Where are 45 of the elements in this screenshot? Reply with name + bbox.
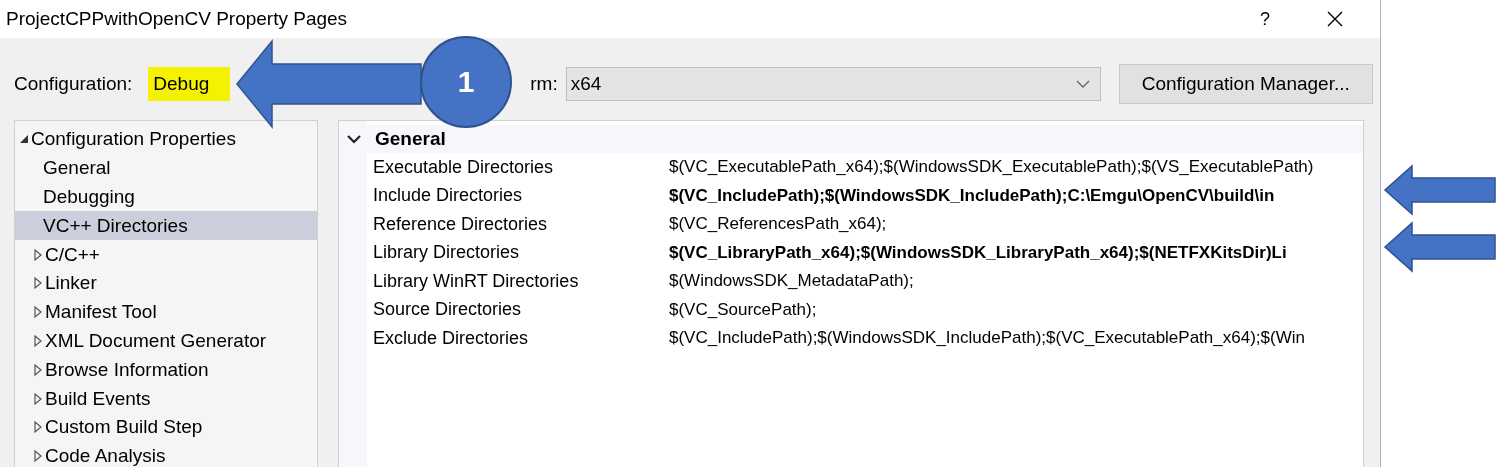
property-name[interactable]: Executable Directories bbox=[367, 156, 669, 178]
close-icon bbox=[1327, 11, 1343, 27]
expand-triangle-icon[interactable] bbox=[33, 305, 43, 320]
tree-item[interactable]: Configuration Properties bbox=[15, 125, 317, 154]
configuration-manager-button[interactable]: Configuration Manager... bbox=[1118, 64, 1373, 104]
property-name[interactable]: Source Directories bbox=[367, 299, 669, 321]
property-name[interactable]: Include Directories bbox=[367, 185, 669, 207]
tree-item[interactable]: Browse Information bbox=[15, 355, 317, 385]
tree-item[interactable]: Manifest Tool bbox=[15, 297, 317, 327]
tree-item[interactable]: Code Analysis bbox=[15, 441, 317, 467]
property-value[interactable]: $(VC_SourcePath); bbox=[669, 299, 817, 320]
expand-triangle-icon[interactable] bbox=[33, 420, 43, 435]
tree-item[interactable]: Custom Build Step bbox=[15, 412, 317, 442]
property-value[interactable]: $(VC_IncludePath);$(WindowsSDK_IncludePath);C:\Emgu\OpenCV\build\in bbox=[669, 185, 1275, 206]
platform-dropdown[interactable]: x64 bbox=[565, 67, 1101, 101]
expand-triangle-icon[interactable] bbox=[33, 449, 43, 464]
property-name[interactable]: Library WinRT Directories bbox=[367, 270, 669, 292]
property-value[interactable]: $(VC_ExecutablePath_x64);$(WindowsSDK_ExecutablePath);$(VS_ExecutablePath) bbox=[669, 157, 1314, 178]
property-name[interactable]: Library Directories bbox=[367, 242, 669, 264]
expand-triangle-icon[interactable] bbox=[33, 391, 43, 406]
tree-item[interactable]: Linker bbox=[15, 269, 317, 298]
property-value[interactable]: $(VC_IncludePath);$(WindowsSDK_IncludePath);$(VC_ExecutablePath_x64);$(Win bbox=[669, 328, 1305, 349]
configuration-dropdown[interactable]: Debug bbox=[148, 67, 231, 101]
property-value[interactable]: $(VC_ReferencesPath_x64); bbox=[669, 214, 887, 235]
field-label: Configuration: bbox=[14, 73, 133, 95]
category-label: General bbox=[375, 128, 446, 150]
tree-item[interactable]: Debugging bbox=[15, 182, 317, 212]
property-value[interactable]: $(VC_LibraryPath_x64);$(WindowsSDK_LibraryPath_x64);$(NETFXKitsDir)Li bbox=[669, 242, 1287, 263]
expand-triangle-icon[interactable] bbox=[33, 333, 43, 348]
tree-item[interactable]: Build Events bbox=[15, 384, 317, 413]
tree-item[interactable]: XML Document Generator bbox=[15, 326, 317, 356]
expand-triangle-icon[interactable] bbox=[33, 276, 43, 291]
help-button[interactable]: ? bbox=[1230, 0, 1300, 38]
chevron-down-icon[interactable] bbox=[347, 134, 361, 144]
property-value[interactable]: $(WindowsSDK_MetadataPath); bbox=[669, 271, 914, 292]
chevron-down-icon bbox=[1075, 80, 1090, 88]
property-name[interactable]: Exclude Directories bbox=[367, 327, 669, 349]
field-label: rm: bbox=[530, 73, 558, 95]
expand-triangle-icon[interactable] bbox=[33, 247, 43, 262]
expand-triangle-icon[interactable] bbox=[33, 362, 43, 377]
tree-item[interactable]: VC++ Directories bbox=[15, 211, 317, 241]
property-name[interactable]: Reference Directories bbox=[367, 213, 669, 235]
window-title: ProjectCPPwithOpenCV Property Pages bbox=[6, 8, 349, 30]
tree-item[interactable]: C/C++ bbox=[15, 240, 317, 269]
tree-item[interactable]: General bbox=[15, 153, 317, 183]
